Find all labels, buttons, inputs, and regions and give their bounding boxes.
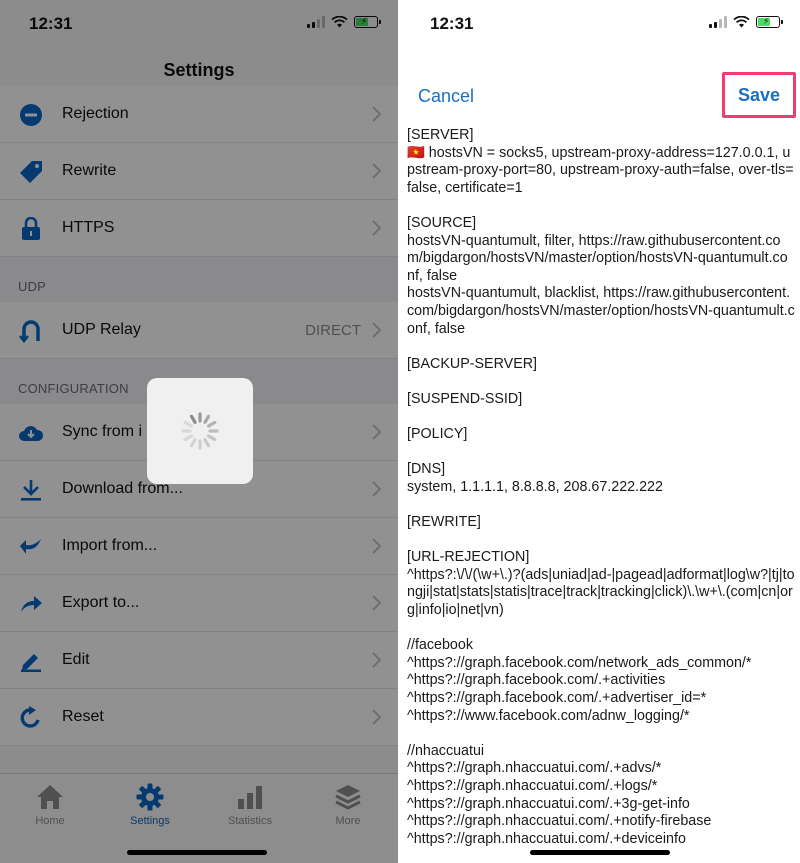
wifi-icon [733, 16, 750, 28]
reset-icon [18, 706, 44, 730]
home-indicator [530, 850, 670, 855]
pencil-icon [18, 649, 44, 673]
row-value: DIRECT [305, 321, 361, 339]
tab-bar: Home Settings Statistics More [0, 773, 398, 863]
bar-chart-icon [200, 782, 300, 812]
chevron-right-icon [372, 322, 381, 338]
save-button[interactable]: Save [738, 85, 780, 106]
settings-row-https[interactable]: HTTPS [0, 200, 398, 257]
status-time: 12:31 [430, 14, 474, 33]
config-editor-screen: 12:31 ⚡ Cancel Save [SERVER] 🇻🇳 hostsVN … [400, 0, 800, 863]
export-arrow-icon [18, 592, 44, 616]
tab-statistics[interactable]: Statistics [200, 782, 300, 827]
row-label: Reset [62, 708, 104, 725]
status-time: 12:31 [29, 14, 73, 33]
udp-icon [18, 319, 44, 343]
row-label: Import from... [62, 537, 158, 554]
row-label: Rewrite [62, 162, 117, 179]
import-arrow-icon [18, 535, 44, 559]
section-header-udp: UDP [0, 257, 398, 302]
tag-icon [18, 160, 44, 184]
home-indicator [127, 850, 267, 855]
layers-icon [298, 782, 398, 812]
wifi-icon [331, 16, 348, 28]
chevron-right-icon [372, 481, 381, 497]
gear-icon [100, 782, 200, 812]
tab-home[interactable]: Home [0, 782, 100, 827]
battery-icon: ⚡ [756, 16, 783, 28]
row-label: UDP Relay [62, 321, 141, 338]
screenshot: 12:31 ⚡ Settings Rejection Rewrite HTTPS… [0, 0, 800, 863]
loading-hud [147, 378, 253, 484]
chevron-right-icon [372, 709, 381, 725]
battery-icon: ⚡ [354, 16, 381, 28]
page-title: Settings [163, 60, 235, 80]
cellular-signal-icon [307, 16, 325, 28]
settings-row-edit[interactable]: Edit [0, 632, 398, 689]
cellular-signal-icon [709, 16, 727, 28]
status-bar: 12:31 ⚡ [0, 0, 398, 48]
settings-row-reset[interactable]: Reset [0, 689, 398, 746]
tab-more[interactable]: More [298, 782, 398, 827]
settings-row-export[interactable]: Export to... [0, 575, 398, 632]
row-label: Edit [62, 651, 90, 668]
row-label: HTTPS [62, 219, 115, 236]
settings-row-rewrite[interactable]: Rewrite [0, 143, 398, 200]
chevron-right-icon [372, 652, 381, 668]
chevron-right-icon [372, 163, 381, 179]
chevron-right-icon [372, 220, 381, 236]
download-icon [18, 478, 44, 502]
chevron-right-icon [372, 538, 381, 554]
settings-row-import[interactable]: Import from... [0, 518, 398, 575]
row-label: Export to... [62, 594, 140, 611]
cloud-download-icon [18, 421, 44, 445]
config-text-editor[interactable]: [SERVER] 🇻🇳 hostsVN = socks5, upstream-p… [407, 127, 795, 857]
chevron-right-icon [372, 106, 381, 122]
save-highlight-box: Save [722, 72, 796, 118]
settings-row-rejection[interactable]: Rejection [0, 86, 398, 143]
home-icon [0, 782, 100, 812]
tab-settings[interactable]: Settings [100, 782, 200, 827]
chevron-right-icon [372, 424, 381, 440]
row-label: Sync from i [62, 423, 143, 440]
cancel-button[interactable]: Cancel [418, 86, 474, 107]
settings-screen: 12:31 ⚡ Settings Rejection Rewrite HTTPS… [0, 0, 398, 863]
spinner-icon [181, 412, 219, 450]
minus-circle-icon [18, 103, 44, 127]
chevron-right-icon [372, 595, 381, 611]
lock-icon [18, 217, 44, 241]
row-label: Rejection [62, 105, 129, 122]
settings-row-udp-relay[interactable]: UDP Relay DIRECT [0, 302, 398, 359]
